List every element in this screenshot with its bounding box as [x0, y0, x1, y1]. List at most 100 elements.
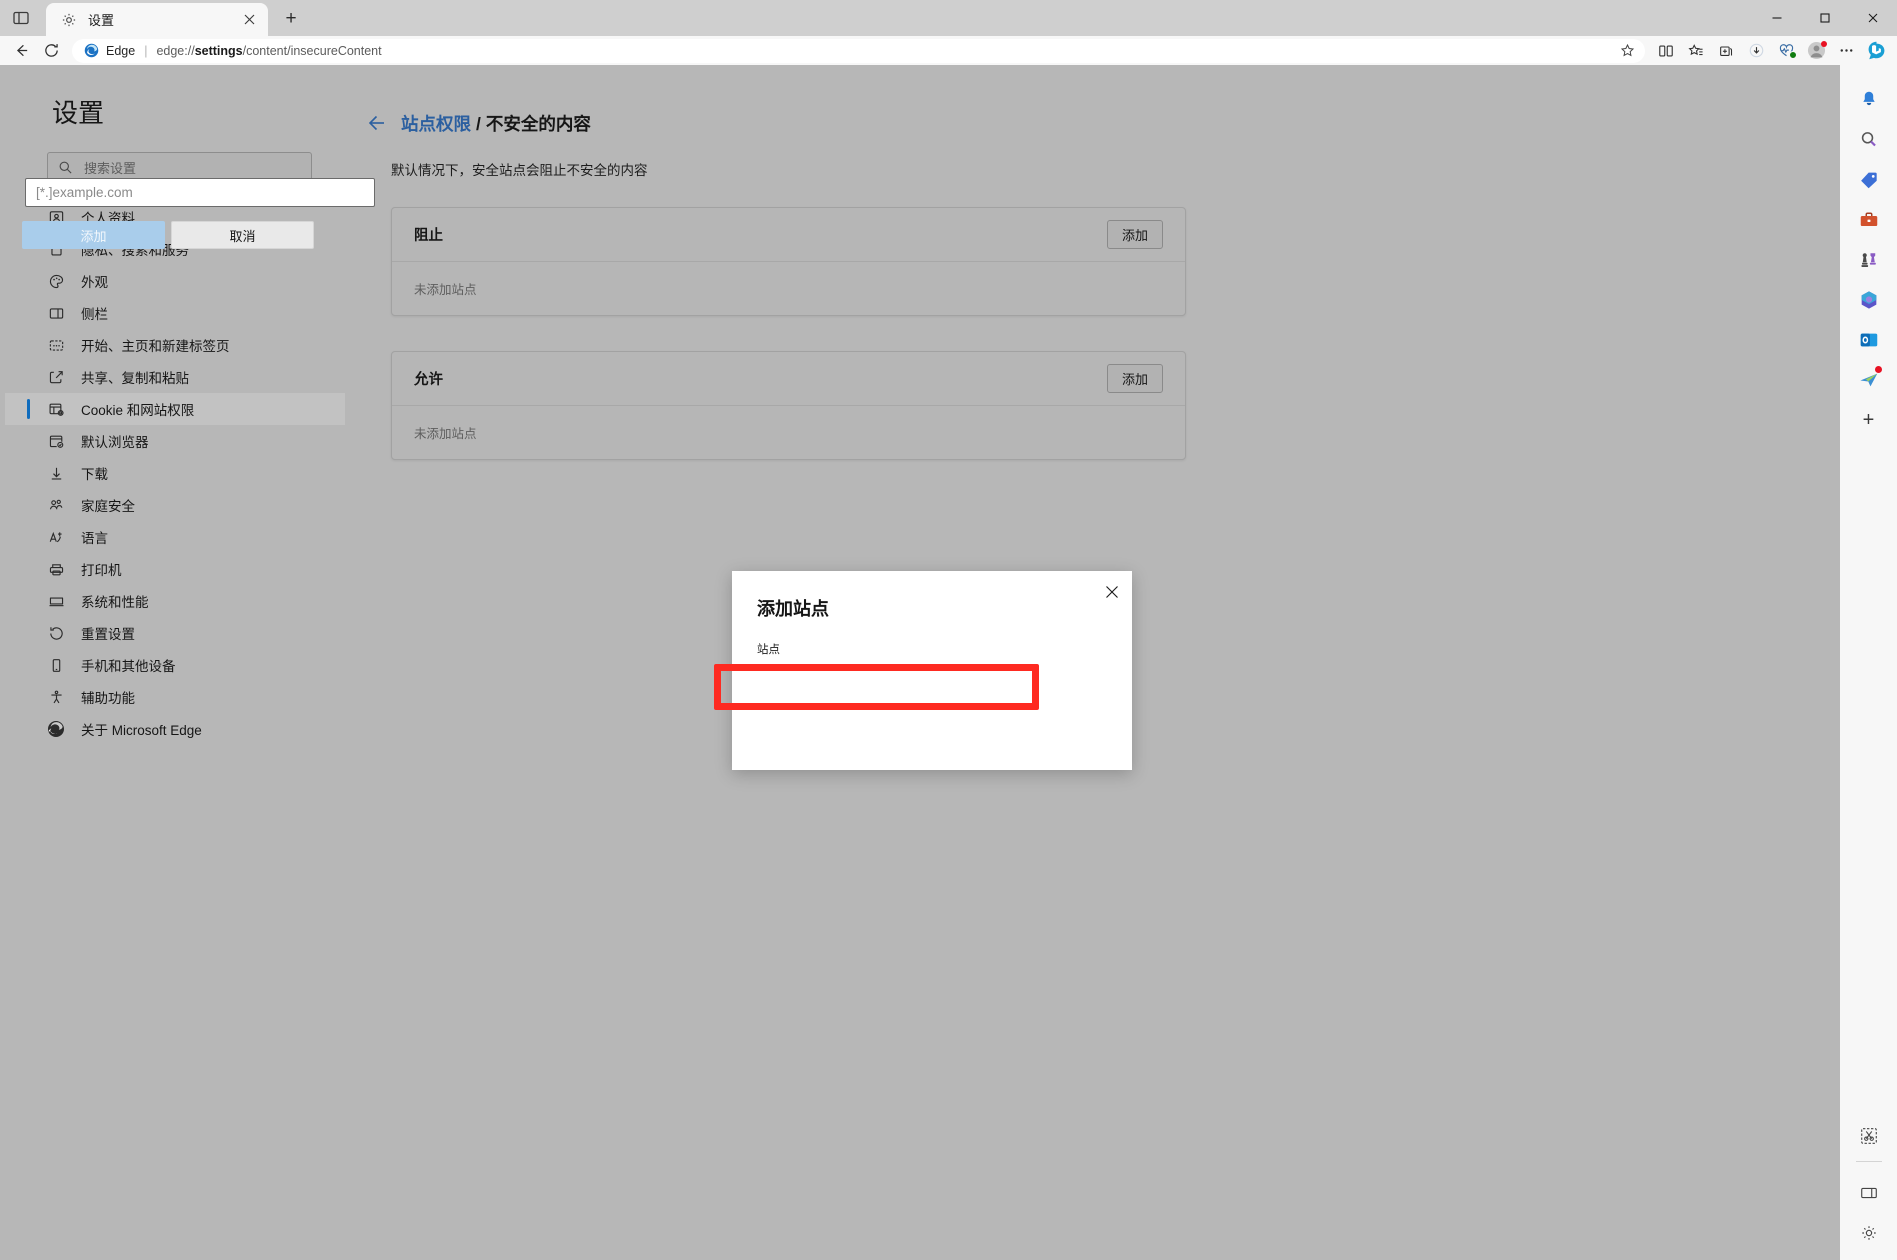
- edge-sidebar: +: [1840, 65, 1897, 1260]
- profile-avatar-icon[interactable]: [1801, 38, 1831, 63]
- gear-icon: [60, 11, 78, 29]
- refresh-button[interactable]: [36, 38, 66, 63]
- minimize-button[interactable]: [1753, 0, 1801, 36]
- games-chess-icon[interactable]: [1852, 243, 1886, 277]
- tab-title: 设置: [88, 13, 115, 28]
- split-screen-icon[interactable]: [1651, 38, 1681, 63]
- breadcrumb-text: 站点权限 / 不安全的内容: [401, 111, 591, 136]
- back-arrow-icon[interactable]: [363, 109, 391, 137]
- sidebar-item-start-home-newtab[interactable]: 开始、主页和新建标签页: [5, 329, 345, 361]
- omnibox-edge-label: Edge: [106, 43, 136, 58]
- sidebar-item-about-edge[interactable]: 关于 Microsoft Edge: [5, 713, 345, 745]
- settings-gear-icon[interactable]: [1852, 1216, 1886, 1250]
- sidebar-item-accessibility[interactable]: 辅助功能: [5, 681, 345, 713]
- sidebar-item-label: 共享、复制和粘贴: [81, 371, 189, 386]
- close-icon[interactable]: [1099, 579, 1125, 605]
- dialog-add-button[interactable]: 添加: [22, 221, 165, 249]
- system-performance-icon: [47, 592, 65, 610]
- dialog-cancel-button[interactable]: 取消: [171, 221, 314, 249]
- download-icon: [47, 464, 65, 482]
- sidebar-item-label: Cookie 和网站权限: [81, 403, 195, 418]
- sidebar-item-label: 重置设置: [81, 627, 135, 642]
- tab-actions-icon[interactable]: [0, 0, 42, 36]
- browser-tab[interactable]: 设置: [46, 3, 268, 36]
- phone-devices-icon: [47, 656, 65, 674]
- add-allow-site-button[interactable]: 添加: [1106, 364, 1163, 393]
- url-suffix: /content/insecureContent: [242, 43, 382, 58]
- block-section-body: 未添加站点: [392, 262, 1185, 315]
- screenshot-snip-icon[interactable]: [1852, 1119, 1886, 1153]
- sidebar-item-appearance[interactable]: 外观: [5, 265, 345, 297]
- home-tabs-icon: [47, 336, 65, 354]
- sidebar-item-downloads[interactable]: 下载: [5, 457, 345, 489]
- edgebar-divider: [1855, 1161, 1882, 1162]
- block-section-title: 阻止: [414, 228, 443, 244]
- breadcrumb-separator: /: [476, 113, 481, 134]
- profile-alert-badge: [1821, 41, 1827, 47]
- favorites-list-icon[interactable]: [1681, 38, 1711, 63]
- site-field-label: 站点: [757, 644, 780, 656]
- edge-logo-icon: [84, 43, 99, 58]
- outlook-icon[interactable]: [1852, 323, 1886, 357]
- search-magnifier-icon[interactable]: [1852, 123, 1886, 157]
- dialog-button-row: 添加 取消: [22, 221, 314, 249]
- ellipsis-icon[interactable]: [1831, 38, 1861, 63]
- allow-section-header: 允许 添加: [392, 352, 1185, 406]
- sidebar-item-printers[interactable]: 打印机: [5, 553, 345, 585]
- back-button[interactable]: [6, 38, 36, 63]
- shopping-tag-icon[interactable]: [1852, 163, 1886, 197]
- sidebar-item-label: 侧栏: [81, 307, 108, 322]
- url-prefix: edge://: [156, 43, 195, 58]
- accessibility-icon: [47, 688, 65, 706]
- tools-briefcase-icon[interactable]: [1852, 203, 1886, 237]
- send-alert-badge: [1874, 366, 1882, 373]
- sidebar-item-phone-other-devices[interactable]: 手机和其他设备: [5, 649, 345, 681]
- new-tab-button[interactable]: +: [274, 4, 308, 34]
- sidebar-item-family-safety[interactable]: 家庭安全: [5, 489, 345, 521]
- edgebar-bottom-group: [1852, 1101, 1886, 1250]
- downloads-icon[interactable]: [1741, 38, 1771, 63]
- block-section-header: 阻止 添加: [392, 208, 1185, 262]
- copilot-icon[interactable]: [1852, 283, 1886, 317]
- sidebar-item-cookies-site-permissions[interactable]: Cookie 和网站权限: [5, 393, 345, 425]
- browser-toolbar: Edge | edge://settings/content/insecureC…: [0, 36, 1897, 65]
- sidebar-item-languages[interactable]: 语言: [5, 521, 345, 553]
- sidebar-item-label: 外观: [81, 275, 108, 290]
- address-bar[interactable]: Edge | edge://settings/content/insecureC…: [72, 38, 1645, 63]
- essentials-ok-badge: [1789, 51, 1797, 59]
- star-icon[interactable]: [1615, 40, 1639, 62]
- sidebar-item-label: 家庭安全: [81, 499, 135, 514]
- close-button[interactable]: [1849, 0, 1897, 36]
- sidebar-item-reset-settings[interactable]: 重置设置: [5, 617, 345, 649]
- sidebar-item-sidebar[interactable]: 侧栏: [5, 297, 345, 329]
- sidebar-toggle-icon[interactable]: [1852, 1176, 1886, 1210]
- bing-copilot-icon[interactable]: [1861, 38, 1891, 63]
- allow-section-body: 未添加站点: [392, 406, 1185, 459]
- share-icon: [47, 368, 65, 386]
- maximize-button[interactable]: [1801, 0, 1849, 36]
- allow-section-card: 允许 添加 未添加站点: [391, 351, 1186, 460]
- site-input[interactable]: [25, 178, 375, 207]
- allow-section-title: 允许: [414, 372, 443, 388]
- sidebar-item-label: 下载: [81, 467, 108, 482]
- search-placeholder: 搜索设置: [84, 161, 137, 176]
- sidebar-item-share-copy-paste[interactable]: 共享、复制和粘贴: [5, 361, 345, 393]
- sidebar-icon: [47, 304, 65, 322]
- default-browser-icon: [47, 432, 65, 450]
- notifications-bell-icon[interactable]: [1852, 83, 1886, 117]
- tab-close-icon[interactable]: [238, 9, 260, 31]
- sidebar-item-default-browser[interactable]: 默认浏览器: [5, 425, 345, 457]
- browser-title-bar: 设置 +: [0, 0, 1897, 36]
- add-block-site-button[interactable]: 添加: [1106, 220, 1163, 249]
- breadcrumb-parent-link[interactable]: 站点权限: [401, 114, 471, 134]
- printer-icon: [47, 560, 65, 578]
- sidebar-item-label: 打印机: [81, 563, 122, 578]
- send-plane-icon[interactable]: [1852, 363, 1886, 397]
- browser-essentials-icon[interactable]: [1771, 38, 1801, 63]
- collections-icon[interactable]: [1711, 38, 1741, 63]
- search-icon: [58, 160, 73, 175]
- omnibox-url[interactable]: edge://settings/content/insecureContent: [156, 44, 1615, 58]
- add-sidebar-app-button[interactable]: +: [1852, 403, 1886, 437]
- sidebar-item-system-performance[interactable]: 系统和性能: [5, 585, 345, 617]
- language-icon: [47, 528, 65, 546]
